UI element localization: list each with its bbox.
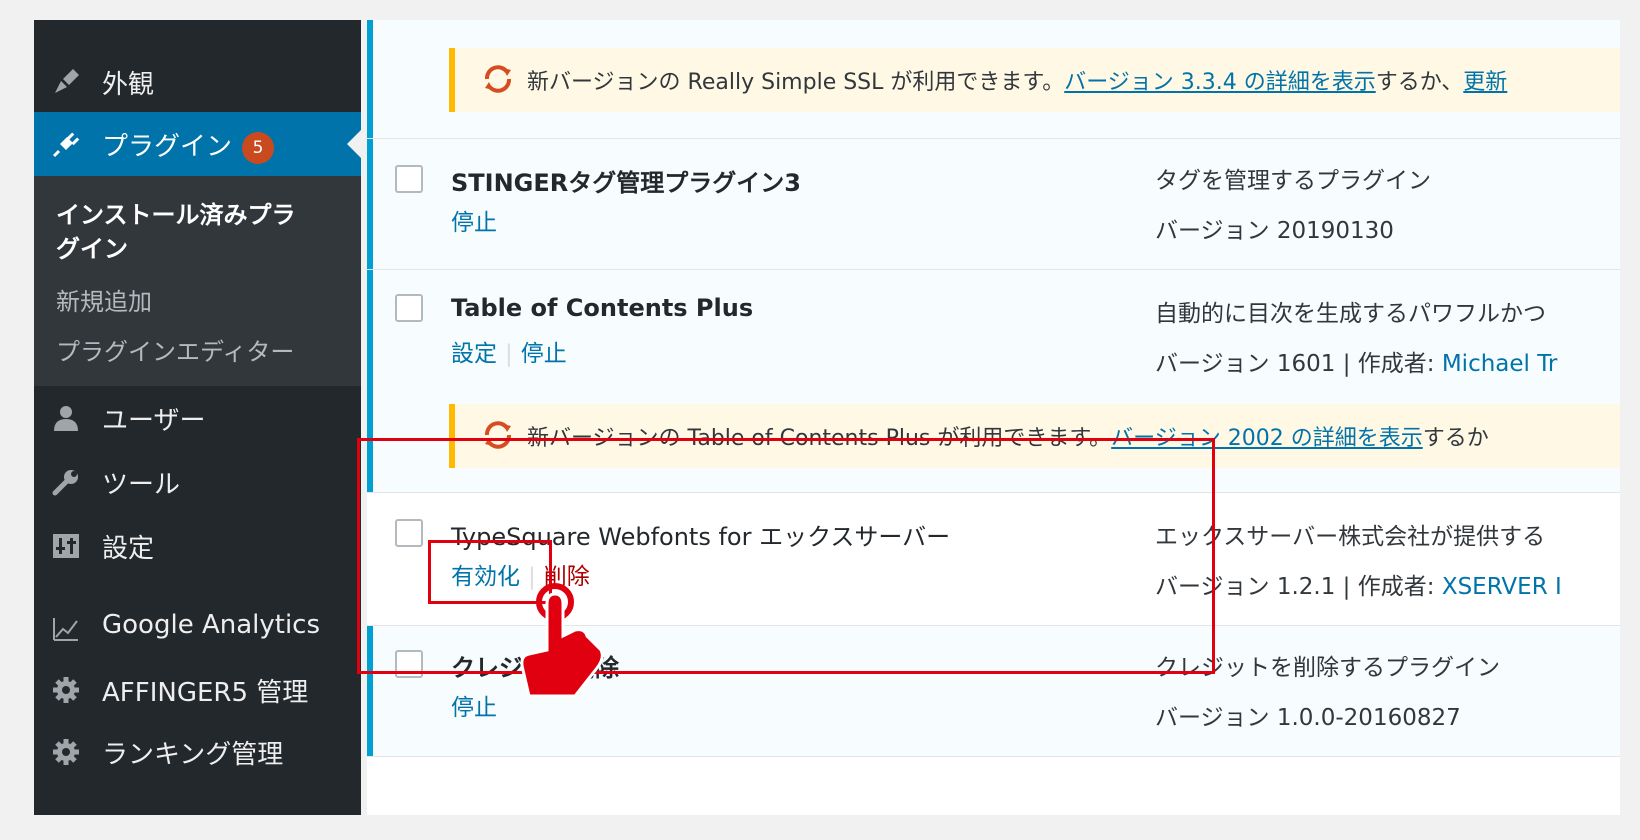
sidebar-item-google-analytics[interactable]: Google Analytics [34,596,361,660]
plugin-name: STINGERタグ管理プラグイン3 [451,169,801,197]
sidebar-item-label: Google Analytics [102,610,321,640]
sidebar-item-appearance[interactable]: 外観 [34,50,361,114]
sidebar-item-label: ユーザー [102,406,206,436]
plugin-checkbox[interactable] [395,294,423,322]
plugin-checkbox[interactable] [395,165,423,193]
submenu-plugin-editor[interactable]: プラグインエディター [56,332,294,367]
tools-icon [50,466,82,498]
users-icon [50,402,82,434]
author-link[interactable]: XSERVER I [1442,574,1562,600]
sidebar-item-affinger[interactable]: AFFINGER5 管理 [34,658,361,722]
plugins-submenu: インストール済みプラ グイン 新規追加 プラグインエディター [34,176,361,386]
plugin-version: バージョン 1.0.0-20160827 [1155,705,1461,731]
plugins-icon [50,128,82,160]
current-menu-arrow [347,130,361,158]
settings-link[interactable]: 設定 [451,341,497,367]
sidebar-item-label: 外観 [102,70,155,100]
sidebar-item-label: AFFINGER5 管理 [102,678,309,708]
update-count-badge: 5 [242,132,275,164]
deactivate-link[interactable]: 停止 [451,210,497,236]
plugin-version: バージョン 1601 | 作成者: Michael Tr [1155,351,1558,377]
view-details-link[interactable]: バージョン 3.3.4 の詳細を表示 [1064,70,1376,95]
plugin-description: タグを管理するプラグイン [1155,168,1431,194]
sidebar-item-tools[interactable]: ツール [34,450,361,514]
sidebar-item-plugins[interactable]: プラグイン 5 [34,112,361,176]
deactivate-link[interactable]: 停止 [451,695,497,721]
sidebar-item-label: ランキング管理 [102,740,284,770]
analytics-icon [50,612,82,644]
deactivate-link[interactable]: 停止 [521,341,567,367]
update-notice-row: 新バージョンの Really Simple SSL が利用できます。バージョン … [367,20,1620,139]
plugin-version: バージョン 20190130 [1155,218,1394,244]
update-icon [481,62,515,96]
sidebar-item-ranking[interactable]: ランキング管理 [34,720,361,784]
sidebar-item-label: プラグイン [102,132,233,162]
plugin-description: 自動的に目次を生成するパワフルかつ [1155,301,1546,327]
table-row: STINGERタグ管理プラグイン3 停止 タグを管理するプラグイン バージョン … [367,139,1620,270]
sidebar-item-label: ツール [102,470,181,500]
author-link[interactable]: Michael Tr [1442,351,1558,377]
gear-icon [50,674,82,706]
plugin-version: バージョン 1.2.1 | 作成者: XSERVER I [1155,574,1562,600]
update-now-link[interactable]: 更新 [1463,70,1507,95]
update-notice: 新バージョンの Really Simple SSL が利用できます。バージョン … [449,48,1620,112]
admin-sidebar: 外観 プラグイン 5 インストール済みプラ グイン 新規追加 プラグインエディター… [34,20,361,815]
settings-icon [50,530,82,562]
plugin-name: Table of Contents Plus [451,294,754,322]
submenu-installed-plugins[interactable]: インストール済みプラ グイン [56,198,296,266]
sidebar-item-users[interactable]: ユーザー [34,386,361,450]
gear-icon [50,736,82,768]
wp-admin-window: 外観 プラグイン 5 インストール済みプラ グイン 新規追加 プラグインエディター… [20,20,1620,815]
sidebar-item-settings[interactable]: 設定 [34,514,361,578]
appearance-icon [50,66,82,98]
table-row [367,757,1620,815]
sidebar-item-label: 設定 [102,534,155,564]
submenu-add-new[interactable]: 新規追加 [56,282,152,317]
pointing-hand-icon [505,580,615,700]
